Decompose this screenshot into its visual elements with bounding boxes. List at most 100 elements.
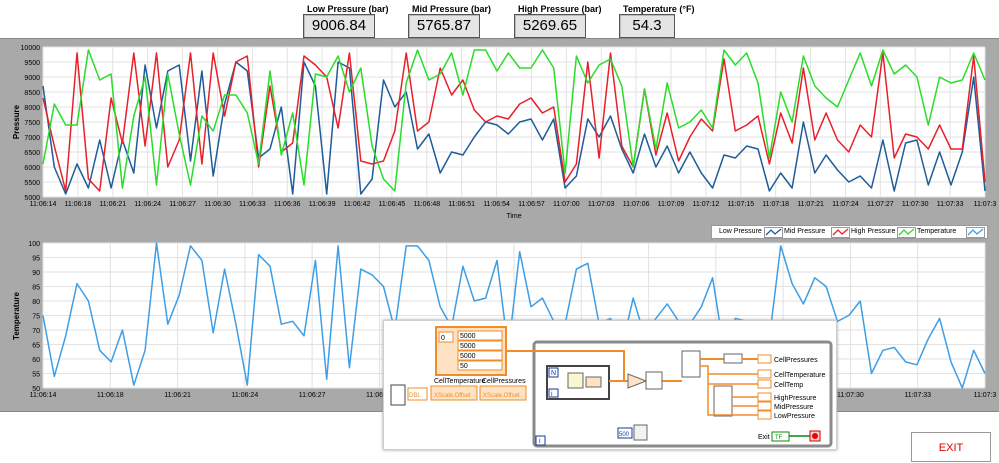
array-element-3-text: 50 bbox=[460, 363, 468, 370]
indicator-temperature-label: Temperature (°F) bbox=[623, 4, 695, 14]
stop-condition-dot bbox=[812, 433, 818, 439]
exit-button[interactable]: EXIT bbox=[911, 432, 991, 462]
y-tick-label: 8000 bbox=[24, 105, 40, 112]
x-tick-label: 11:07:30 bbox=[837, 392, 864, 399]
output-terminal-5 bbox=[757, 410, 772, 420]
y-tick-label: 95 bbox=[32, 256, 40, 263]
x-tick-label: 11:06:48 bbox=[413, 201, 440, 208]
x-tick-label: 11:06:21 bbox=[164, 392, 191, 399]
indicator-high-pressure-value: 5269.65 bbox=[514, 14, 586, 38]
y-tick-label: 100 bbox=[28, 241, 40, 248]
output-terminal-2 bbox=[757, 379, 772, 389]
indicator-low-pressure-value: 9006.84 bbox=[303, 14, 375, 38]
output-label-2: CellTemp bbox=[774, 382, 803, 389]
block-diagram: 0 5000 5000 5000 50 DBL CellTemperature … bbox=[390, 326, 833, 448]
y-tick-label: 8500 bbox=[24, 90, 40, 97]
indicator-low-pressure-label: Low Pressure (bar) bbox=[307, 4, 389, 14]
cell-temperature-label: CellTemperature bbox=[434, 378, 485, 385]
x-tick-label: 11:07:15 bbox=[727, 201, 754, 208]
output-terminal-0 bbox=[757, 354, 772, 364]
array-subset-icon bbox=[723, 353, 743, 364]
time-axis-label: Time bbox=[506, 213, 521, 220]
x-tick-label: 11:06:27 bbox=[169, 201, 196, 208]
y-tick-label: 60 bbox=[32, 357, 40, 364]
x-tick-label: 11:07:21 bbox=[797, 201, 824, 208]
temperature-axis-label: Temperature bbox=[12, 292, 21, 340]
y-tick-label: 5500 bbox=[24, 180, 40, 187]
x-tick-label: 11:06:14 bbox=[30, 201, 57, 208]
y-tick-label: 9000 bbox=[24, 75, 40, 82]
x-tick-label: 11:06:39 bbox=[309, 201, 336, 208]
x-tick-label: 11:07:24 bbox=[832, 201, 859, 208]
indicator-temperature-value: 54.3 bbox=[619, 14, 675, 38]
output-terminal-1 bbox=[757, 369, 772, 379]
x-tick-label: 11:06:45 bbox=[379, 201, 406, 208]
x-tick-label: 11:07:3 bbox=[974, 392, 997, 399]
y-tick-label: 6500 bbox=[24, 150, 40, 157]
xscale-offset-2: XScale.Offset bbox=[483, 393, 520, 399]
y-tick-label: 9500 bbox=[24, 60, 40, 67]
output-label-3: HighPressure bbox=[774, 395, 817, 402]
y-tick-label: 6000 bbox=[24, 165, 40, 172]
exit-terminal-tf: TF bbox=[775, 435, 783, 441]
y-tick-label: 7500 bbox=[24, 120, 40, 127]
x-tick-label: 11:07:33 bbox=[937, 201, 964, 208]
index-array-icon bbox=[681, 350, 701, 378]
x-tick-label: 11:06:18 bbox=[65, 201, 92, 208]
x-tick-label: 11:07:18 bbox=[762, 201, 789, 208]
block-diagram-window[interactable]: 0 5000 5000 5000 50 DBL CellTemperature … bbox=[383, 320, 837, 450]
wait-value: 500 bbox=[619, 432, 630, 438]
pressure-axis-label: Pressure bbox=[12, 104, 21, 139]
y-tick-label: 10000 bbox=[21, 45, 41, 52]
waveform-chart-icon bbox=[390, 384, 406, 406]
wait-icon bbox=[633, 424, 648, 441]
x-tick-label: 11:07:33 bbox=[904, 392, 931, 399]
output-label-4: MidPressure bbox=[774, 404, 813, 411]
random-number-icon bbox=[567, 372, 584, 389]
x-tick-label: 11:06:42 bbox=[344, 201, 371, 208]
x-tick-label: 11:06:27 bbox=[299, 392, 326, 399]
array-element-1-text: 5000 bbox=[460, 343, 476, 350]
indicator-mid-pressure-value: 5765.87 bbox=[408, 14, 480, 38]
x-tick-label: 11:07:09 bbox=[658, 201, 685, 208]
x-tick-label: 11:07:3 bbox=[974, 201, 997, 208]
exit-terminal-label: Exit bbox=[758, 434, 770, 441]
y-tick-label: 85 bbox=[32, 285, 40, 292]
array-element-2-text: 5000 bbox=[460, 353, 476, 360]
y-tick-label: 90 bbox=[32, 270, 40, 277]
multiply-icon bbox=[585, 376, 602, 388]
x-tick-label: 11:06:33 bbox=[239, 201, 266, 208]
output-terminal-4 bbox=[757, 401, 772, 411]
output-label-5: LowPressure bbox=[774, 413, 815, 420]
array-index: 0 bbox=[441, 335, 445, 342]
x-tick-label: 11:06:30 bbox=[204, 201, 231, 208]
y-tick-label: 80 bbox=[32, 299, 40, 306]
x-tick-label: 11:07:00 bbox=[553, 201, 580, 208]
y-tick-label: 70 bbox=[32, 328, 40, 335]
output-label-0: CellPressures bbox=[774, 357, 818, 364]
x-tick-label: 11:07:30 bbox=[902, 201, 929, 208]
x-tick-label: 11:06:18 bbox=[97, 392, 124, 399]
indicator-high-pressure-label: High Pressure (bar) bbox=[518, 4, 602, 14]
index-array-icon-2 bbox=[713, 385, 733, 417]
dbl-text: DBL bbox=[409, 393, 421, 399]
x-tick-label: 11:06:57 bbox=[518, 201, 545, 208]
output-terminal-3 bbox=[757, 392, 772, 402]
build-array-icon bbox=[645, 371, 663, 390]
x-tick-label: 11:06:51 bbox=[448, 201, 475, 208]
array-element-0-text: 5000 bbox=[460, 333, 476, 340]
x-tick-label: 11:06:14 bbox=[30, 392, 57, 399]
for-loop-count-text: N bbox=[551, 370, 556, 377]
x-tick-label: 11:07:12 bbox=[693, 201, 720, 208]
x-tick-label: 11:06:21 bbox=[99, 201, 126, 208]
cell-pressures-label: CellPressures bbox=[482, 378, 526, 385]
x-tick-label: 11:07:03 bbox=[588, 201, 615, 208]
y-tick-label: 75 bbox=[32, 314, 40, 321]
y-tick-label: 65 bbox=[32, 343, 40, 350]
x-tick-label: 11:06:24 bbox=[134, 201, 161, 208]
y-tick-label: 55 bbox=[32, 372, 40, 379]
output-label-1: CellTemperature bbox=[774, 372, 825, 379]
x-tick-label: 11:07:06 bbox=[623, 201, 650, 208]
comparison-icon bbox=[627, 373, 648, 389]
y-tick-label: 7000 bbox=[24, 135, 40, 142]
